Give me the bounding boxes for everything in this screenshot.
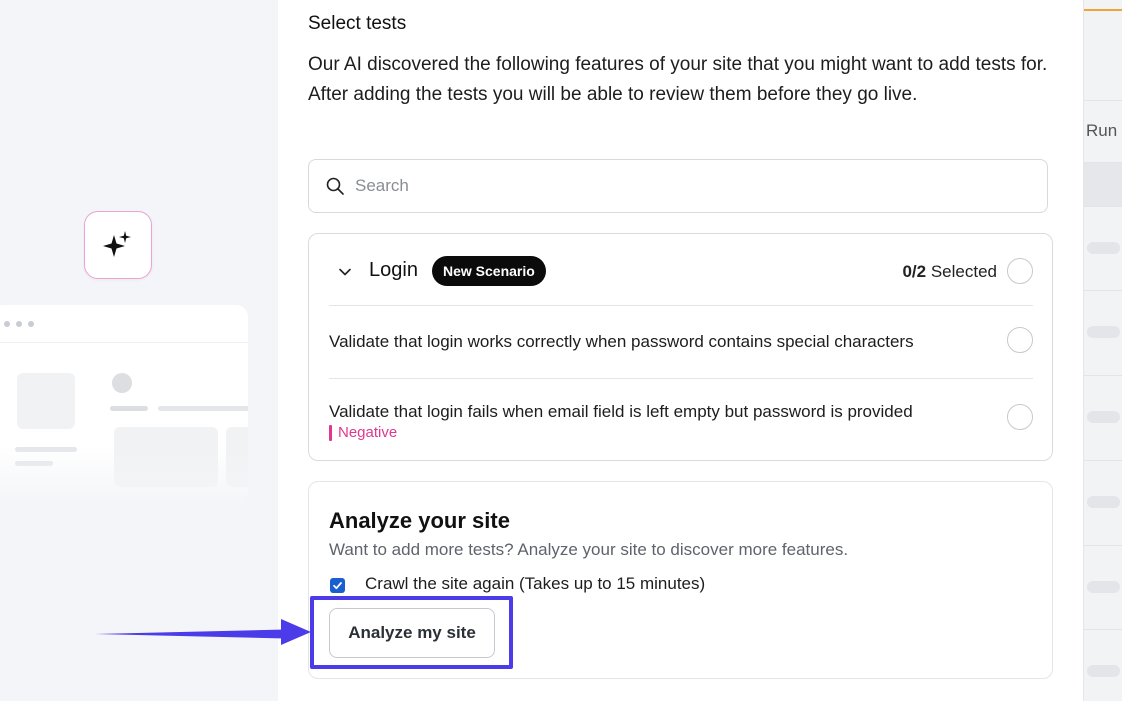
strip-divider bbox=[1084, 545, 1122, 546]
sparkle-icon bbox=[103, 231, 131, 257]
selected-count: 0/2 Selected bbox=[902, 262, 997, 282]
test-row[interactable]: Validate that login works correctly when… bbox=[329, 322, 1033, 362]
search-box[interactable] bbox=[308, 159, 1048, 213]
strip-placeholder bbox=[1087, 581, 1120, 593]
strip-divider bbox=[1084, 460, 1122, 461]
strip-placeholder bbox=[1087, 665, 1120, 677]
test-row[interactable]: Validate that login fails when email fie… bbox=[329, 394, 1033, 444]
mock-text-line bbox=[158, 406, 248, 411]
section-label: Select tests bbox=[308, 13, 407, 34]
analyze-subtitle: Want to add more tests? Analyze your sit… bbox=[329, 540, 849, 559]
scenario-header[interactable]: Login New Scenario 0/2 Selected bbox=[329, 254, 1033, 306]
strip-top-accent bbox=[1084, 9, 1122, 11]
search-input[interactable] bbox=[355, 176, 1005, 196]
test-select-radio[interactable] bbox=[1007, 327, 1033, 353]
row-divider bbox=[329, 378, 1033, 379]
search-icon bbox=[326, 177, 344, 195]
strip-placeholder bbox=[1087, 496, 1120, 508]
background-page-strip: Run bbox=[1083, 0, 1122, 701]
selected-count-label: Selected bbox=[930, 262, 997, 281]
pointer-arrow-icon bbox=[95, 619, 311, 645]
strip-divider bbox=[1084, 100, 1122, 101]
strip-placeholder bbox=[1087, 411, 1120, 423]
test-description: Validate that login works correctly when… bbox=[329, 332, 914, 351]
ai-sparkle-tile bbox=[84, 211, 152, 279]
select-all-radio[interactable] bbox=[1007, 258, 1033, 284]
intro-text: Our AI discovered the following features… bbox=[308, 54, 1048, 105]
left-illustration-pane bbox=[0, 0, 278, 701]
highlight-annotation-box bbox=[310, 596, 513, 669]
window-dot bbox=[28, 321, 34, 327]
crawl-again-checkbox[interactable] bbox=[330, 578, 345, 593]
mock-text-line bbox=[110, 406, 148, 411]
negative-tag: Negative bbox=[329, 424, 397, 441]
crawl-again-label[interactable]: Crawl the site again (Takes up to 15 min… bbox=[365, 574, 705, 594]
mock-browser-illustration bbox=[0, 305, 248, 505]
strip-placeholder bbox=[1087, 326, 1120, 338]
strip-header-row bbox=[1084, 163, 1122, 206]
mock-window-bar bbox=[0, 305, 248, 343]
mock-fade-overlay bbox=[0, 445, 248, 505]
test-select-radio[interactable] bbox=[1007, 404, 1033, 430]
analyze-title: Analyze your site bbox=[329, 508, 510, 533]
checkmark-icon bbox=[333, 582, 342, 590]
run-column-header: Run bbox=[1086, 121, 1118, 140]
mock-image-block bbox=[17, 373, 75, 429]
window-dot bbox=[16, 321, 22, 327]
chevron-down-icon[interactable] bbox=[337, 264, 353, 280]
strip-divider bbox=[1084, 206, 1122, 207]
mock-avatar bbox=[112, 373, 132, 393]
new-scenario-badge: New Scenario bbox=[432, 256, 546, 286]
strip-divider bbox=[1084, 629, 1122, 630]
strip-divider bbox=[1084, 290, 1122, 291]
scenario-title: Login bbox=[369, 259, 418, 281]
strip-placeholder bbox=[1087, 242, 1120, 254]
scenario-card-login: Login New Scenario 0/2 Selected Validate… bbox=[308, 233, 1053, 461]
window-dot bbox=[4, 321, 10, 327]
strip-divider bbox=[1084, 375, 1122, 376]
test-description: Validate that login fails when email fie… bbox=[329, 402, 913, 421]
selected-count-value: 0/2 bbox=[902, 262, 927, 281]
